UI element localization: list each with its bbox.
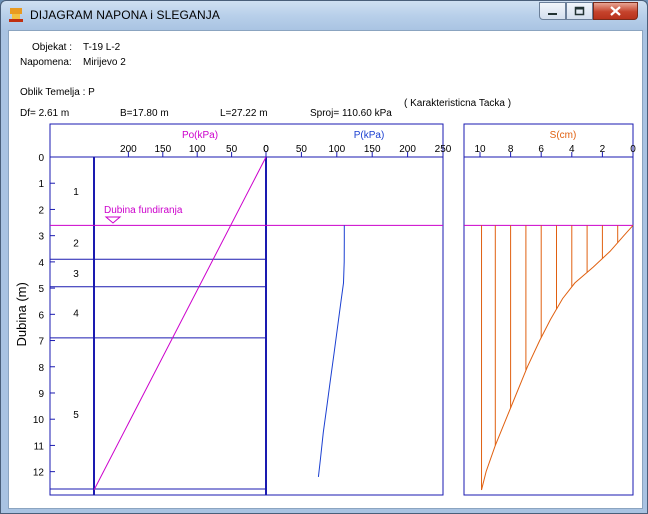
s-x-tick-label: 6 <box>538 144 544 155</box>
y-axis-label: Dubina (m) <box>14 282 29 346</box>
close-icon <box>610 6 621 16</box>
po-x-tick-label: 100 <box>189 144 206 155</box>
layer-label: 2 <box>73 238 79 249</box>
y-tick-label: 3 <box>38 232 44 243</box>
p-x-tick-label: 100 <box>328 144 345 155</box>
foundation-marker-icon <box>104 216 122 224</box>
y-tick-label: 2 <box>38 205 44 216</box>
po-x-tick-label: 200 <box>120 144 137 155</box>
layer-label: 4 <box>73 308 79 319</box>
zero-tick-label: 0 <box>263 144 269 155</box>
p-series-title: P(kPa) <box>354 130 385 141</box>
y-tick-label: 1 <box>38 179 44 190</box>
s-x-tick-label: 0 <box>630 144 636 155</box>
y-tick-label: 4 <box>38 258 44 269</box>
right-panel-frame <box>463 123 634 496</box>
layer-label: 3 <box>73 269 79 280</box>
p-x-tick-label: 200 <box>399 144 416 155</box>
minimize-icon <box>548 13 557 15</box>
s-x-tick-label: 8 <box>508 144 514 155</box>
s-x-tick-label: 4 <box>569 144 575 155</box>
s-series-title: S(cm) <box>550 130 577 141</box>
y-tick-label: 7 <box>38 337 44 348</box>
close-button[interactable] <box>593 2 638 20</box>
s-x-tick-label: 2 <box>600 144 606 155</box>
layer-label: 5 <box>73 410 79 421</box>
window-title: DIJAGRAM NAPONA i SLEGANJA <box>30 8 220 22</box>
p-series-line <box>317 225 345 477</box>
foundation-annotation: Dubina fundiranja <box>104 205 183 216</box>
layer-label: 1 <box>73 187 79 198</box>
y-tick-label: 12 <box>33 468 45 479</box>
po-x-tick-label: 50 <box>226 144 238 155</box>
y-tick-label: 10 <box>33 415 45 426</box>
maximize-icon <box>574 6 585 16</box>
y-tick-label: 9 <box>38 389 44 400</box>
p-x-tick-label: 50 <box>296 144 308 155</box>
title-bar[interactable]: DIJAGRAM NAPONA i SLEGANJA <box>1 1 647 29</box>
p-x-tick-label: 250 <box>435 144 452 155</box>
s-series-line <box>481 225 634 491</box>
app-icon <box>9 8 23 22</box>
diagram-chart: 0123456789101112Dubina (m)200 150 100 50 00P… <box>14 123 636 496</box>
y-tick-label: 5 <box>38 284 44 295</box>
y-tick-label: 6 <box>38 310 44 321</box>
p-x-tick-label: 150 <box>364 144 381 155</box>
minimize-button[interactable] <box>539 2 566 20</box>
app-window: DIJAGRAM NAPONA i SLEGANJA Objekat : T-1… <box>0 0 648 514</box>
po-x-tick-label: 150 <box>154 144 171 155</box>
y-tick-label: 0 <box>38 153 44 164</box>
y-tick-label: 8 <box>38 363 44 374</box>
left-panel-frame <box>49 123 444 496</box>
y-tick-label: 11 <box>34 441 45 452</box>
s-x-tick-label: 10 <box>474 144 486 155</box>
diagram-area: Objekat : T-19 L-2 Napomena: Mirijevo 2 … <box>8 30 643 509</box>
po-series-title: Po(kPa) <box>182 130 218 141</box>
maximize-button[interactable] <box>566 2 593 20</box>
